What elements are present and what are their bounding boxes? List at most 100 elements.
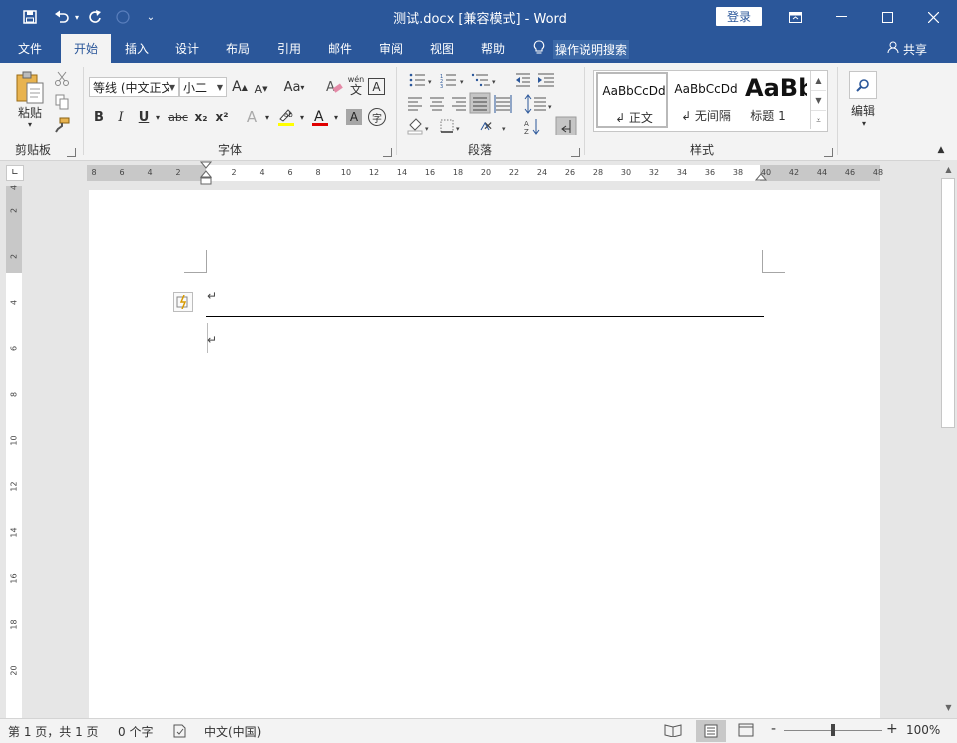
character-shading-button[interactable]: A xyxy=(346,109,362,125)
clipboard-launcher-icon[interactable] xyxy=(67,148,76,157)
highlight-icon[interactable]: ab xyxy=(276,107,296,127)
highlight-dropdown-icon[interactable]: ▾ xyxy=(297,110,307,124)
format-painter-icon[interactable] xyxy=(54,117,70,133)
chevron-down-icon: ▼ xyxy=(216,82,223,92)
indent-markers[interactable] xyxy=(199,161,213,189)
paste-button[interactable]: 粘贴 xyxy=(10,105,50,120)
zoom-slider-thumb[interactable] xyxy=(831,724,835,736)
editing-button[interactable]: 编辑 xyxy=(845,103,881,118)
font-color-dropdown-icon[interactable]: ▾ xyxy=(331,110,341,124)
language[interactable]: 中文(中国) xyxy=(204,723,261,740)
ruler-tick-label: 44 xyxy=(816,168,828,177)
style-heading-1[interactable]: AaBb 标题 1 xyxy=(743,72,807,128)
underline-dropdown-icon[interactable]: ▾ xyxy=(153,110,163,124)
style-normal[interactable]: AaBbCcDd ↲ 正文 xyxy=(596,72,668,128)
scroll-up-icon[interactable]: ▲ xyxy=(942,162,955,176)
grow-font-button[interactable]: A ▲ xyxy=(231,78,249,96)
document-page[interactable]: ↵ ↵ xyxy=(89,190,880,720)
text-effects-dropdown-icon[interactable]: ▾ xyxy=(262,110,272,124)
change-case-button[interactable]: Aa ▾ xyxy=(280,78,308,96)
minimize-icon[interactable] xyxy=(818,0,864,34)
undo-icon[interactable] xyxy=(52,7,72,27)
read-mode-icon[interactable] xyxy=(664,723,682,739)
styles-launcher-icon[interactable] xyxy=(824,148,833,157)
tab-review[interactable]: 审阅 xyxy=(368,34,414,63)
tab-mailings[interactable]: 邮件 xyxy=(317,34,363,63)
chevron-up-icon[interactable]: ▲ xyxy=(811,71,826,91)
shrink-font-button[interactable]: A ▼ xyxy=(252,80,270,98)
share-button[interactable]: 共享 xyxy=(887,40,927,58)
font-launcher-icon[interactable] xyxy=(383,148,392,157)
maximize-icon[interactable] xyxy=(864,0,910,34)
bold-button[interactable]: B xyxy=(91,108,107,126)
editing-dropdown-icon[interactable]: ▾ xyxy=(858,118,870,128)
redo-icon[interactable] xyxy=(86,7,104,27)
undo-dropdown-icon[interactable]: ▾ xyxy=(72,7,82,27)
cut-icon[interactable] xyxy=(54,71,70,87)
underline-button[interactable]: U xyxy=(136,108,152,126)
print-layout-icon[interactable] xyxy=(696,720,726,742)
autoformat-options-icon[interactable] xyxy=(173,292,193,312)
font-name-select[interactable]: 等线 (中文正文 ▼ xyxy=(89,77,179,97)
touch-mode-icon[interactable] xyxy=(114,7,132,27)
font-color-icon[interactable]: A xyxy=(310,107,330,127)
strikethrough-button[interactable]: abc xyxy=(167,108,189,126)
enclose-characters-button[interactable]: 字 xyxy=(368,108,386,126)
chevron-down-icon: ▼ xyxy=(168,82,175,92)
tab-view[interactable]: 视图 xyxy=(419,34,465,63)
proofing-icon[interactable] xyxy=(172,723,188,739)
search-icon[interactable] xyxy=(849,71,877,99)
ruler-tick-label: 2 xyxy=(231,168,237,177)
tell-me-search[interactable]: 操作说明搜索 xyxy=(533,39,630,59)
tab-references[interactable]: 引用 xyxy=(266,34,312,63)
styles-scroll[interactable]: ▲ ▼ ⩡ xyxy=(810,71,826,129)
login-button[interactable]: 登录 xyxy=(716,7,762,26)
text-effects-button[interactable]: A xyxy=(243,107,261,127)
paragraph-mark-1: ↵ xyxy=(207,289,218,303)
superscript-button[interactable]: x² xyxy=(213,108,231,126)
ruler-tick-label: 4 xyxy=(9,299,19,306)
crop-mark-top-right xyxy=(762,250,785,273)
subscript-button[interactable]: x₂ xyxy=(192,108,210,126)
paragraph-launcher-icon[interactable] xyxy=(571,148,580,157)
clear-formatting-icon[interactable]: A xyxy=(325,78,343,96)
paste-icon[interactable] xyxy=(14,71,48,105)
style-no-spacing[interactable]: AaBbCcDd ↲ 无间隔 xyxy=(670,72,742,128)
character-border-button[interactable]: A xyxy=(368,78,385,95)
right-indent-marker[interactable] xyxy=(754,168,768,182)
tab-help[interactable]: 帮助 xyxy=(470,34,516,63)
zoom-level[interactable]: 100% xyxy=(906,723,940,737)
tab-home[interactable]: 开始 xyxy=(61,34,111,63)
lightbulb-icon xyxy=(533,40,545,58)
paragraph-buttons-area[interactable] xyxy=(406,71,582,135)
collapse-ribbon-icon[interactable]: ▲ xyxy=(934,144,948,156)
phonetic-guide-button[interactable]: wén 文 xyxy=(346,75,366,97)
tab-design[interactable]: 设计 xyxy=(164,34,210,63)
ruler-tick-label: 16 xyxy=(424,168,436,177)
clipboard-group-label: 剪贴板 xyxy=(14,143,51,157)
ribbon-display-options-icon[interactable] xyxy=(772,0,818,34)
ruler-tick-label: 24 xyxy=(536,168,548,177)
paste-dropdown-icon[interactable]: ▾ xyxy=(24,119,36,129)
group-separator xyxy=(83,67,84,155)
scroll-down-icon[interactable]: ▼ xyxy=(942,700,955,714)
save-icon[interactable] xyxy=(20,7,40,27)
web-layout-icon[interactable] xyxy=(738,723,756,739)
tab-insert[interactable]: 插入 xyxy=(114,34,160,63)
chevron-down-icon[interactable]: ▼ xyxy=(811,91,826,111)
copy-icon[interactable] xyxy=(54,94,70,110)
page-count[interactable]: 第 1 页，共 1 页 xyxy=(8,723,99,740)
styles-group-label: 样式 xyxy=(689,143,714,157)
italic-button[interactable]: I xyxy=(113,108,129,126)
zoom-in-button[interactable]: + xyxy=(886,721,898,737)
scroll-thumb[interactable] xyxy=(941,178,955,428)
font-size-select[interactable]: 小二 ▼ xyxy=(179,77,227,97)
word-count[interactable]: 0 个字 xyxy=(118,723,153,740)
tab-layout[interactable]: 布局 xyxy=(215,34,261,63)
customize-icon[interactable]: ⌄ xyxy=(144,7,158,27)
zoom-out-button[interactable]: - xyxy=(771,721,776,737)
more-styles-icon[interactable]: ⩡ xyxy=(811,111,826,130)
close-icon[interactable] xyxy=(910,0,956,34)
tab-file[interactable]: 文件 xyxy=(6,34,54,63)
ruler-tick-label: 20 xyxy=(9,665,19,676)
